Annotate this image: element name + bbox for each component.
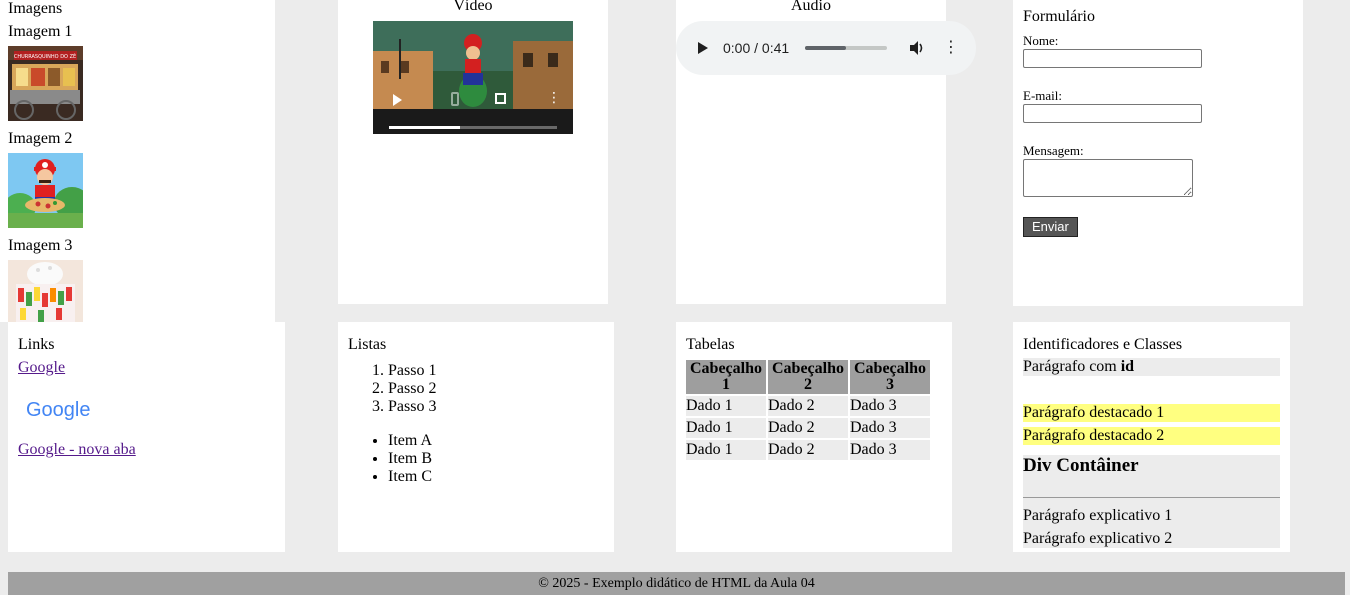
tables-section: Tabelas Cabeçalho 1 Cabeçalho 2 Cabeçalh…: [676, 322, 952, 552]
table-header: Cabeçalho 1: [686, 360, 766, 394]
table-cell: Dado 1: [686, 418, 766, 438]
form-heading: Formulário: [1023, 8, 1095, 25]
paragraph-with-id-text: Parágrafo com: [1023, 358, 1121, 375]
video-fullscreen-icon[interactable]: [495, 93, 506, 104]
name-field[interactable]: [1023, 49, 1202, 68]
google-logo: Google: [26, 399, 91, 421]
table-header-row: Cabeçalho 1 Cabeçalho 2 Cabeçalho 3: [686, 360, 930, 394]
image-1-label: Imagem 1: [8, 23, 73, 40]
table-cell: Dado 2: [768, 396, 848, 416]
form-section: Formulário Nome: E-mail: Mensagem: Envia…: [1013, 0, 1303, 306]
divider: [1023, 497, 1280, 498]
list-item: Passo 2: [388, 380, 604, 398]
list-item: Item C: [388, 468, 604, 486]
audio-progress-fill: [805, 46, 846, 50]
list-item: Passo 1: [388, 362, 604, 380]
audio-time: 0:00 / 0:41: [723, 40, 790, 56]
submit-button[interactable]: Enviar: [1023, 217, 1078, 237]
audio-more-icon[interactable]: ⋮: [943, 38, 959, 56]
table-row: Dado 1 Dado 2 Dado 3: [686, 418, 930, 438]
highlighted-paragraph-2: Parágrafo destacado 2: [1023, 427, 1280, 445]
image-3-candy-dessert: [8, 260, 83, 322]
audio-player[interactable]: 0:00 / 0:41 ⋮: [676, 21, 976, 75]
table-cell: Dado 3: [850, 440, 930, 460]
table-cell: Dado 3: [850, 418, 930, 438]
message-field[interactable]: [1023, 159, 1193, 197]
video-player[interactable]: ⋮: [373, 21, 573, 134]
ids-classes-section: Identificadores e Classes Parágrafo com …: [1013, 322, 1290, 552]
tables-heading: Tabelas: [686, 336, 735, 353]
div-container: Div Contâiner Parágrafo explicativo 1 Pa…: [1023, 455, 1280, 548]
table-cell: Dado 1: [686, 396, 766, 416]
message-label: Mensagem:: [1023, 143, 1084, 158]
page-footer: © 2025 - Exemplo didático de HTML da Aul…: [8, 572, 1345, 595]
explanatory-paragraph-1: Parágrafo explicativo 1: [1023, 507, 1173, 524]
video-more-icon[interactable]: ⋮: [547, 91, 561, 105]
google-logo-link[interactable]: Google: [18, 389, 108, 431]
name-label: Nome:: [1023, 33, 1059, 48]
video-heading: Vídeo: [453, 0, 493, 14]
audio-section: Áudio 0:00 / 0:41 ⋮: [676, 0, 976, 304]
list-item: Item A: [388, 432, 604, 450]
audio-progress-bar[interactable]: [805, 46, 887, 50]
div-container-title: Div Contâiner: [1023, 455, 1139, 476]
email-label: E-mail:: [1023, 88, 1062, 103]
google-link[interactable]: Google: [18, 359, 65, 376]
images-heading: Imagens: [8, 0, 63, 17]
video-progress-fill: [389, 126, 460, 129]
table-row: Dado 1 Dado 2 Dado 3: [686, 396, 930, 416]
paragraph-with-id: Parágrafo com id: [1023, 358, 1280, 376]
cart-sign-text: CHURRASQUINHO DO ZÉ: [14, 52, 76, 60]
ids-classes-heading: Identificadores e Classes: [1023, 336, 1183, 353]
video-section: Vídeo ⋮: [338, 0, 608, 304]
lists-section: Listas Passo 1 Passo 2 Passo 3 Item A It…: [338, 322, 614, 552]
audio-heading: Áudio: [791, 0, 831, 14]
ordered-list: Passo 1 Passo 2 Passo 3: [348, 362, 604, 416]
image-1-food-cart: CHURRASQUINHO DO ZÉ: [8, 46, 83, 121]
paragraph-with-id-bold: id: [1120, 358, 1135, 375]
audio-volume-icon[interactable]: [908, 39, 926, 57]
image-3-label: Imagem 3: [8, 237, 73, 254]
image-2-label: Imagem 2: [8, 130, 73, 147]
video-progress-bar[interactable]: [389, 126, 557, 129]
table-cell: Dado 2: [768, 418, 848, 438]
links-section: Links Google Google Google - nova aba: [8, 322, 285, 552]
list-item: Item B: [388, 450, 604, 468]
links-heading: Links: [18, 336, 55, 353]
table-header: Cabeçalho 3: [850, 360, 930, 394]
table-cell: Dado 1: [686, 440, 766, 460]
highlighted-paragraph-1: Parágrafo destacado 1: [1023, 404, 1280, 422]
audio-play-icon[interactable]: [698, 42, 708, 54]
images-section: Imagens Imagem 1 CHURRASQUINHO DO ZÉ Ima…: [0, 0, 275, 322]
table-cell: Dado 2: [768, 440, 848, 460]
video-play-icon[interactable]: [393, 94, 402, 106]
data-table: Cabeçalho 1 Cabeçalho 2 Cabeçalho 3 Dado…: [684, 358, 932, 462]
list-item: Passo 3: [388, 398, 604, 416]
table-row: Dado 1 Dado 2 Dado 3: [686, 440, 930, 460]
google-new-tab-link[interactable]: Google - nova aba: [18, 441, 136, 458]
image-2-mario-pizza: [8, 153, 83, 228]
explanatory-paragraph-2: Parágrafo explicativo 2: [1023, 530, 1173, 547]
lists-heading: Listas: [348, 336, 387, 353]
table-cell: Dado 3: [850, 396, 930, 416]
email-field[interactable]: [1023, 104, 1202, 123]
table-header: Cabeçalho 2: [768, 360, 848, 394]
video-volume-icon[interactable]: [451, 92, 459, 106]
video-controls: ⋮: [373, 86, 573, 134]
unordered-list: Item A Item B Item C: [348, 432, 604, 486]
